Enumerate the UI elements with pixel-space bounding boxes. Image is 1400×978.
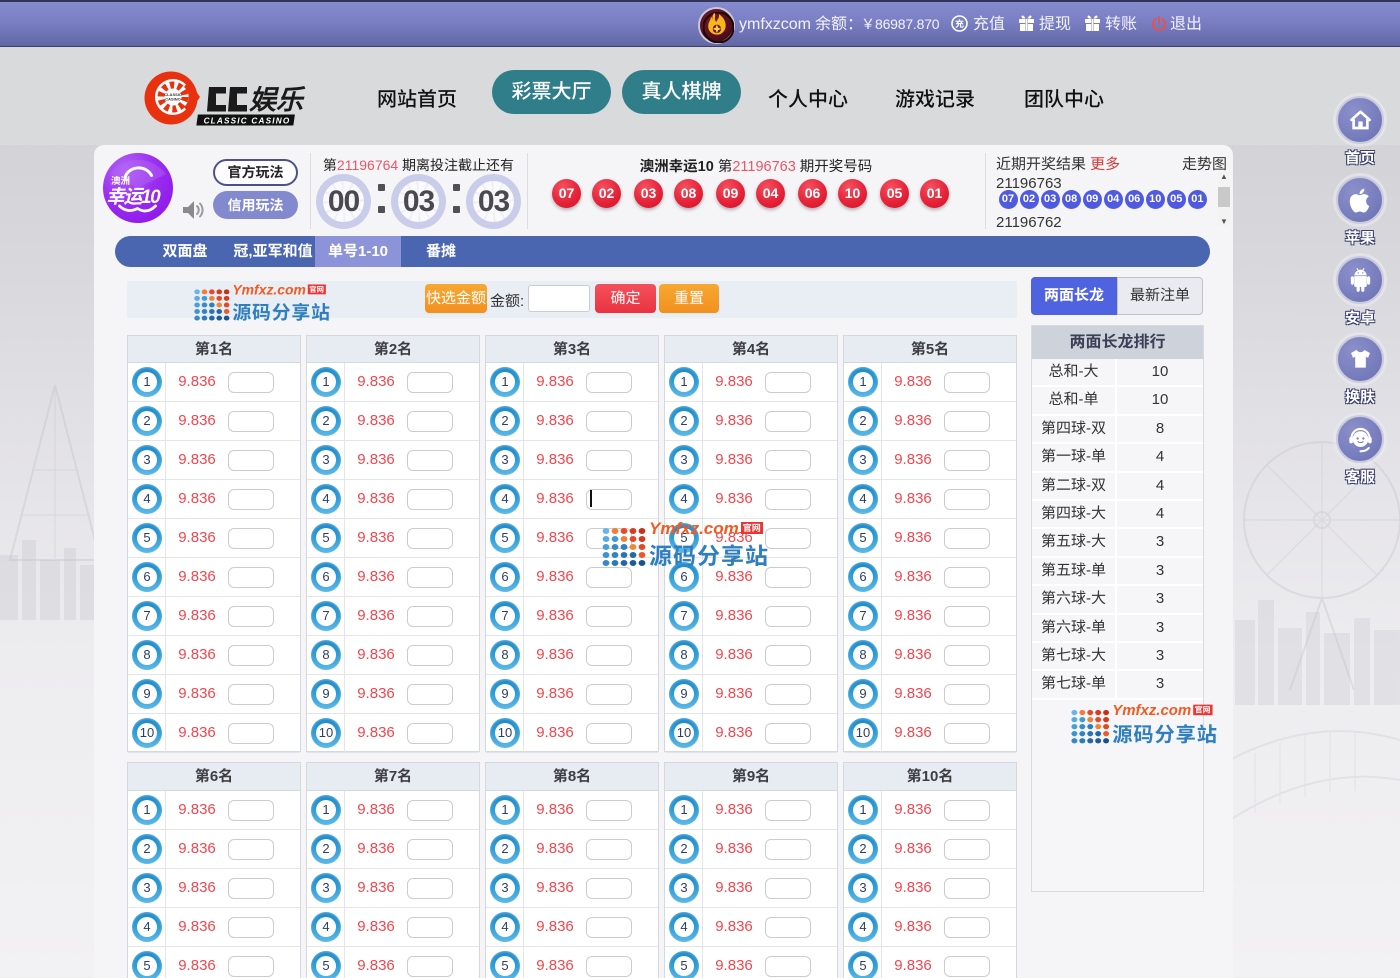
svg-text:充: 充: [955, 19, 964, 29]
svg-text:CASINO: CASINO: [165, 97, 181, 102]
svg-text:CLASSIC CASINO: CLASSIC CASINO: [204, 117, 291, 126]
svg-text:娱乐: 娱乐: [249, 78, 306, 117]
